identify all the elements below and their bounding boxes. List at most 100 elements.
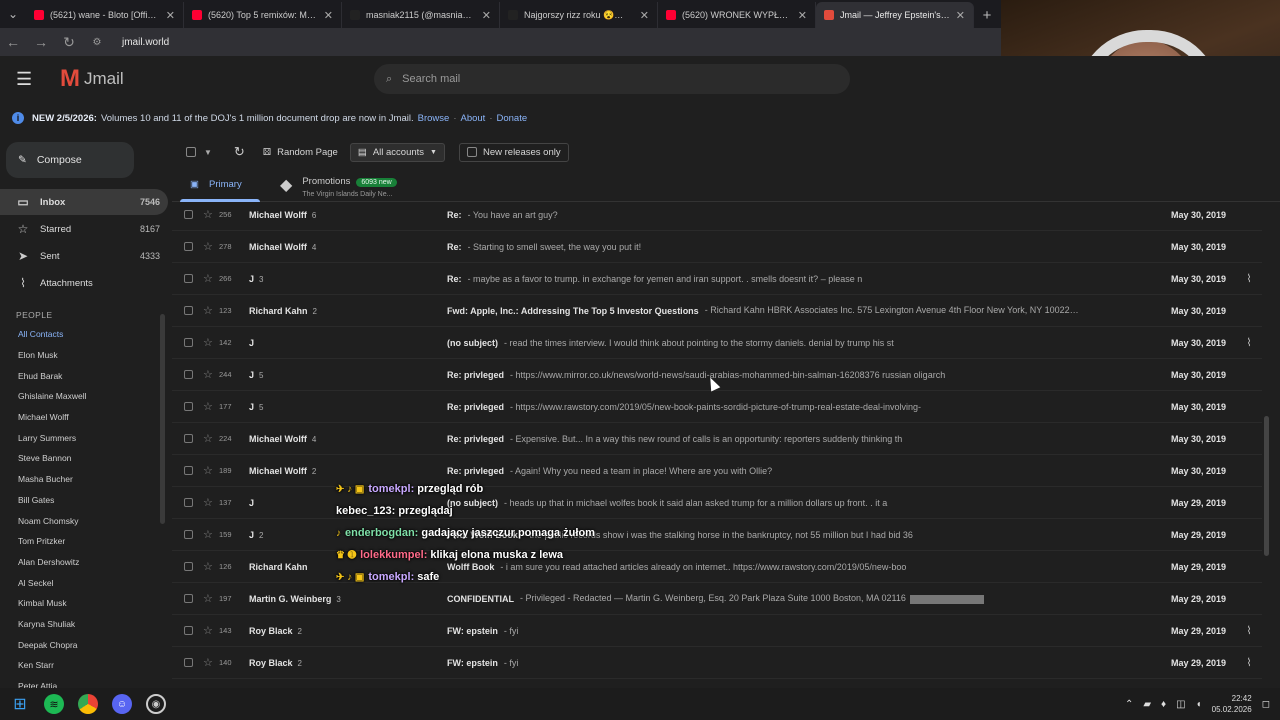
contact-item[interactable]: Masha Bucher — [0, 469, 158, 490]
email-row[interactable]: ☆ 143 Roy Black 2 FW: epstein - fyi May 2… — [172, 615, 1262, 647]
row-checkbox[interactable] — [184, 434, 193, 443]
star-icon[interactable]: ☆ — [203, 528, 215, 541]
star-icon[interactable]: ☆ — [203, 464, 215, 477]
browser-tab[interactable]: masniak2115 (@masniak2115) ✕ — [342, 2, 500, 28]
browser-tab[interactable]: Jmail — Jeffrey Epstein's Emails ✕ — [816, 2, 974, 28]
email-row[interactable]: ☆ 177 J5 Re: privleged - https://www.raw… — [172, 391, 1262, 423]
sidebar-item-attachments[interactable]: ⌇ Attachments — [0, 270, 168, 296]
search-box[interactable]: ⌕ Search mail — [374, 64, 850, 94]
windows-start-icon[interactable]: ⊞ — [10, 694, 30, 714]
notification-icon[interactable]: ◻ — [1262, 699, 1270, 710]
reload-icon[interactable]: ↻ — [62, 34, 76, 51]
contact-item[interactable]: Ehud Barak — [0, 365, 158, 386]
gamepad-icon[interactable]: ▰ — [1143, 699, 1151, 710]
star-icon[interactable]: ☆ — [203, 624, 215, 637]
browser-tab[interactable]: (5620) Top 5 remixów: Medusa ✕ — [184, 2, 342, 28]
network-icon[interactable]: ◫ — [1176, 699, 1185, 710]
row-checkbox[interactable] — [184, 338, 193, 347]
chrome-icon[interactable] — [78, 694, 98, 714]
new-tab-button[interactable]: + — [974, 2, 1000, 28]
tab-primary[interactable]: ▣ Primary — [172, 168, 268, 202]
contact-item[interactable]: Ken Starr — [0, 655, 158, 676]
select-all-checkbox[interactable] — [186, 147, 196, 157]
email-list-scrollbar[interactable] — [1264, 416, 1269, 556]
email-row[interactable]: ☆ 278 Michael Wolff 4 Re: - Starting to s… — [172, 231, 1262, 263]
row-checkbox[interactable] — [184, 210, 193, 219]
star-icon[interactable]: ☆ — [203, 336, 215, 349]
email-row[interactable]: ☆ 256 Michael Wolff 6 Re: - You have an a… — [172, 199, 1262, 231]
jmail-logo[interactable]: M Jmail — [60, 65, 124, 93]
spotify-icon[interactable]: ≋ — [44, 694, 64, 714]
row-checkbox[interactable] — [184, 498, 193, 507]
row-checkbox[interactable] — [184, 626, 193, 635]
contact-item[interactable]: Deepak Chopra — [0, 634, 158, 655]
forward-icon[interactable]: → — [34, 34, 48, 50]
contact-item[interactable]: All Contacts — [0, 324, 158, 345]
email-row[interactable]: ☆ 266 J3 Re: - maybe as a favor to trump… — [172, 263, 1262, 295]
star-icon[interactable]: ☆ — [203, 656, 215, 669]
browser-tab[interactable]: (5620) WRONEK WYPŁACA LIŚC ✕ — [658, 2, 816, 28]
back-icon[interactable]: ← — [6, 34, 20, 50]
row-checkbox[interactable] — [184, 466, 193, 475]
contact-item[interactable]: Ghislaine Maxwell — [0, 386, 158, 407]
row-checkbox[interactable] — [184, 594, 193, 603]
refresh-icon[interactable]: ↻ — [234, 144, 245, 160]
row-checkbox[interactable] — [184, 370, 193, 379]
new-releases-toggle[interactable]: New releases only — [458, 142, 569, 162]
contact-item[interactable]: Alan Dershowitz — [0, 552, 158, 573]
star-icon[interactable]: ☆ — [203, 208, 215, 221]
obs-icon[interactable]: ◉ — [146, 694, 166, 714]
tab-promotions[interactable]: ◆ Promotions 6093 new The Virgin Islands … — [268, 168, 468, 201]
tab-search-icon[interactable]: ⌄ — [0, 0, 26, 28]
volume-icon[interactable]: ◖ — [1196, 699, 1202, 710]
new-releases-checkbox[interactable] — [466, 147, 477, 157]
contact-item[interactable]: Michael Wolff — [0, 407, 158, 428]
random-page-button[interactable]: ⚄ Random Page — [263, 147, 338, 158]
search-input[interactable]: Search mail — [402, 73, 460, 85]
star-icon[interactable]: ☆ — [203, 560, 215, 573]
star-icon[interactable]: ☆ — [203, 400, 215, 413]
url-field[interactable]: jmail.world — [122, 37, 169, 48]
accounts-dropdown[interactable]: ▤ All accounts ▼ — [349, 142, 445, 162]
star-icon[interactable]: ☆ — [203, 432, 215, 445]
about-link[interactable]: About — [460, 113, 485, 124]
contact-item[interactable]: Al Seckel — [0, 572, 158, 593]
contact-item[interactable]: Karyna Shuliak — [0, 614, 158, 635]
close-tab-icon[interactable]: ✕ — [324, 9, 333, 22]
email-row[interactable]: ☆ 140 Roy Black 2 FW: epstein - fyi May 2… — [172, 647, 1262, 679]
browser-tab[interactable]: (5621) wane - Bloto [Official M… ✕ — [26, 2, 184, 28]
sidebar-item-sent[interactable]: ➤ Sent 4333 — [0, 243, 168, 269]
browse-link[interactable]: Browse — [418, 113, 450, 124]
mic-icon[interactable]: ♦ — [1161, 699, 1166, 710]
row-checkbox[interactable] — [184, 530, 193, 539]
email-row[interactable]: ☆ 142 J (no subject) - read the times in… — [172, 327, 1262, 359]
star-icon[interactable]: ☆ — [203, 368, 215, 381]
contact-item[interactable]: Steve Bannon — [0, 448, 158, 469]
row-checkbox[interactable] — [184, 242, 193, 251]
close-tab-icon[interactable]: ✕ — [166, 9, 175, 22]
contact-item[interactable]: Elon Musk — [0, 345, 158, 366]
row-checkbox[interactable] — [184, 402, 193, 411]
donate-link[interactable]: Donate — [496, 113, 527, 124]
row-checkbox[interactable] — [184, 306, 193, 315]
clock[interactable]: 22:42 05.02.2026 — [1212, 693, 1252, 715]
sidebar-item-inbox[interactable]: ▭ Inbox 7546 — [0, 189, 168, 215]
contact-item[interactable]: Noam Chomsky — [0, 510, 158, 531]
contact-item[interactable]: Larry Summers — [0, 427, 158, 448]
sidebar-scrollbar[interactable] — [160, 314, 165, 524]
row-checkbox[interactable] — [184, 658, 193, 667]
chevron-down-icon[interactable]: ▼ — [204, 148, 212, 157]
browser-tab[interactable]: Najgorszy rizz roku 😵😵😵 # ✕ — [500, 2, 658, 28]
email-row[interactable]: ☆ 123 Richard Kahn 2 Fwd: Apple, Inc.: Ad… — [172, 295, 1262, 327]
star-icon[interactable]: ☆ — [203, 240, 215, 253]
row-checkbox[interactable] — [184, 274, 193, 283]
row-checkbox[interactable] — [184, 562, 193, 571]
close-tab-icon[interactable]: ✕ — [956, 9, 965, 22]
contact-item[interactable]: Tom Pritzker — [0, 531, 158, 552]
contact-item[interactable]: Kimbal Musk — [0, 593, 158, 614]
site-info-icon[interactable]: ⚙ — [90, 37, 104, 48]
discord-icon[interactable]: ☺ — [112, 694, 132, 714]
email-row[interactable]: ☆ 224 Michael Wolff 4 Re: privleged - Exp… — [172, 423, 1262, 455]
sidebar-item-starred[interactable]: ☆ Starred 8167 — [0, 216, 168, 242]
star-icon[interactable]: ☆ — [203, 496, 215, 509]
